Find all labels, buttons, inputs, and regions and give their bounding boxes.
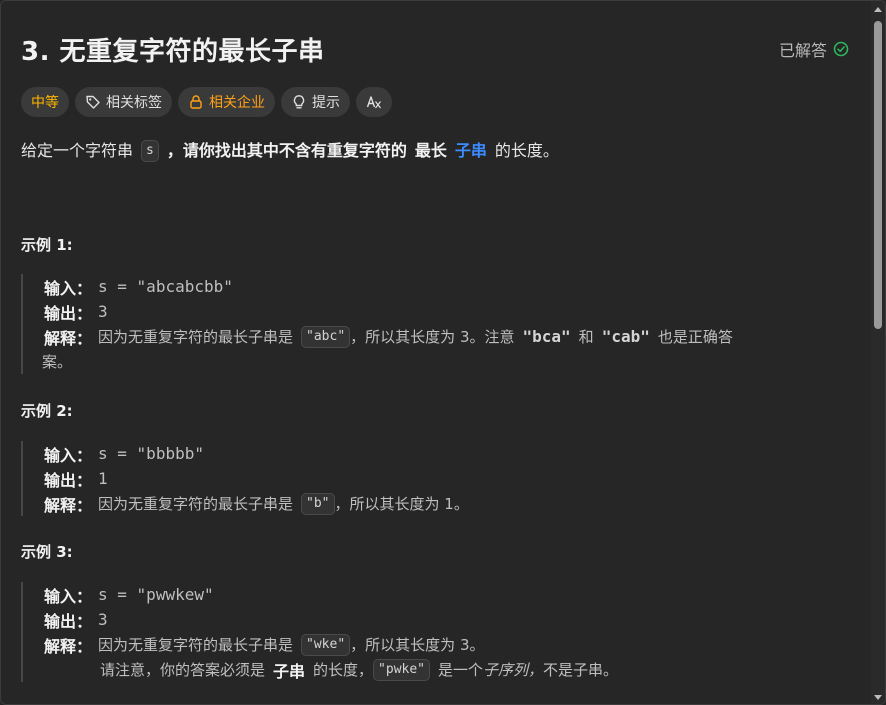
output-label: 输出：: [44, 611, 93, 631]
example-2-explain: 解释： 因为无重复字符的最长子串是 "b" ，所以其长度为 1。: [44, 491, 469, 516]
desc-bold-longest: 最长: [414, 141, 447, 160]
example-1-title: 示例 1:: [21, 236, 73, 254]
example-3-code-pwke: "pwke": [373, 658, 431, 681]
tag-icon: [86, 95, 100, 109]
problem-panel: 3. 无重复字符的最长子串 已解答 中等 相关标签 相关企业 提示 给定一个字符…: [0, 0, 886, 705]
example-1-and: 和: [578, 328, 594, 346]
problem-title[interactable]: 3. 无重复字符的最长子串: [21, 31, 325, 68]
example-1-block: 输入： s = "abcabcbb" 输出： 3 解释： 因为无重复字符的最长子…: [21, 274, 733, 374]
output-label: 输出：: [44, 470, 93, 490]
example-2-code-b: "b": [301, 492, 335, 515]
desc-text-2: ，请你找出其中不含有重复字符的: [166, 141, 407, 160]
desc-text-1: 给定一个字符串: [21, 141, 134, 160]
scroll-thumb[interactable]: [874, 21, 882, 329]
translate-icon: [366, 96, 381, 109]
translate-button[interactable]: [356, 87, 392, 117]
example-1-quote-bca: "bca": [522, 327, 571, 346]
example-2-explain-pre: 因为无重复字符的最长子串是: [98, 495, 294, 513]
example-3-note: 请注意，你的答案必须是 子串 的长度， "pwke" 是一个 子序列， 不是子串…: [44, 657, 618, 682]
example-3-note-pre: 请注意，你的答案必须是: [100, 661, 266, 679]
input-label: 输入：: [44, 278, 93, 298]
solved-status: 已解答: [779, 37, 849, 61]
example-1-output-value: 3: [98, 302, 108, 321]
example-2-output: 输出： 1: [44, 466, 469, 491]
hint-label: 提示: [312, 95, 340, 111]
check-circle-icon: [833, 41, 849, 57]
difficulty-badge[interactable]: 中等: [21, 87, 69, 117]
example-1-explain-wrap: 案。: [42, 349, 733, 374]
example-1-explain: 解释： 因为无重复字符的最长子串是 "abc" ，所以其长度为 3。注意 "bc…: [44, 324, 733, 349]
lock-icon: [190, 95, 202, 109]
example-1-explain-pre: 因为无重复字符的最长子串是: [98, 328, 294, 346]
vertical-scrollbar[interactable]: [871, 1, 885, 704]
example-1-code-abc: "abc": [301, 325, 351, 348]
example-1-explain-mid: ，所以其长度为 3。注意: [350, 328, 515, 346]
example-3-note-italic: 子序列，: [483, 661, 544, 679]
related-tags-button[interactable]: 相关标签: [75, 87, 172, 117]
explain-label: 解释：: [44, 328, 93, 348]
example-2-block: 输入： s = "bbbbb" 输出： 1 解释： 因为无重复字符的最长子串是 …: [21, 441, 469, 516]
example-1-input: 输入： s = "abcabcbb": [44, 274, 733, 299]
example-3-note-bold: 子串: [273, 661, 306, 681]
example-3-explain-post: ，所以其长度为 3。: [350, 636, 485, 654]
example-1-input-value: s = "abcabcbb": [98, 277, 233, 296]
example-3-input: 输入： s = "pwwkew": [44, 582, 618, 607]
related-companies-label: 相关企业: [209, 95, 265, 111]
example-3-input-value: s = "pwwkew": [98, 585, 214, 604]
lightbulb-icon: [293, 95, 305, 109]
example-3-note-post1: 是一个: [438, 661, 484, 679]
example-3-output-value: 3: [98, 610, 108, 629]
scroll-up-arrow-icon[interactable]: [874, 7, 882, 12]
example-2-output-value: 1: [98, 469, 108, 488]
example-1-explain-post: 也是正确答: [657, 328, 733, 346]
example-3-note-post2: 不是子串。: [543, 661, 619, 679]
example-3-code-wke: "wke": [301, 633, 351, 656]
example-3-title: 示例 3:: [21, 543, 73, 561]
example-3-block: 输入： s = "pwwkew" 输出： 3 解释： 因为无重复字符的最长子串是…: [21, 582, 618, 682]
example-2-title: 示例 2:: [21, 402, 73, 420]
substring-link[interactable]: 子串: [455, 139, 487, 163]
input-label: 输入：: [44, 445, 93, 465]
desc-code-s: s: [141, 140, 159, 162]
example-2-explain-post: ，所以其长度为 1。: [334, 495, 469, 513]
related-tags-label: 相关标签: [106, 95, 162, 111]
difficulty-label: 中等: [31, 95, 59, 111]
output-label: 输出：: [44, 303, 93, 323]
example-1-quote-cab: "cab": [601, 327, 650, 346]
example-3-explain-pre: 因为无重复字符的最长子串是: [98, 636, 294, 654]
example-3-output: 输出： 3: [44, 607, 618, 632]
explain-label: 解释：: [44, 636, 93, 656]
example-3-note-mid: 的长度，: [313, 661, 374, 679]
scroll-down-arrow-icon[interactable]: [874, 695, 882, 700]
related-companies-button[interactable]: 相关企业: [178, 87, 275, 117]
hint-button[interactable]: 提示: [281, 87, 350, 117]
solved-label: 已解答: [778, 41, 827, 60]
problem-description: 给定一个字符串 s ，请你找出其中不含有重复字符的 最长 子串 的长度。: [21, 139, 559, 163]
explain-label: 解释：: [44, 495, 93, 515]
example-1-explain-wrap-text: 案。: [42, 353, 73, 371]
example-2-input: 输入： s = "bbbbb": [44, 441, 469, 466]
input-label: 输入：: [44, 586, 93, 606]
tag-bar: 中等 相关标签 相关企业 提示: [21, 87, 392, 117]
example-2-input-value: s = "bbbbb": [98, 444, 204, 463]
example-3-explain: 解释： 因为无重复字符的最长子串是 "wke" ，所以其长度为 3。: [44, 632, 618, 657]
example-1-output: 输出： 3: [44, 299, 733, 324]
title-row: 3. 无重复字符的最长子串 已解答: [21, 31, 849, 67]
desc-text-3: 的长度。: [494, 141, 559, 160]
